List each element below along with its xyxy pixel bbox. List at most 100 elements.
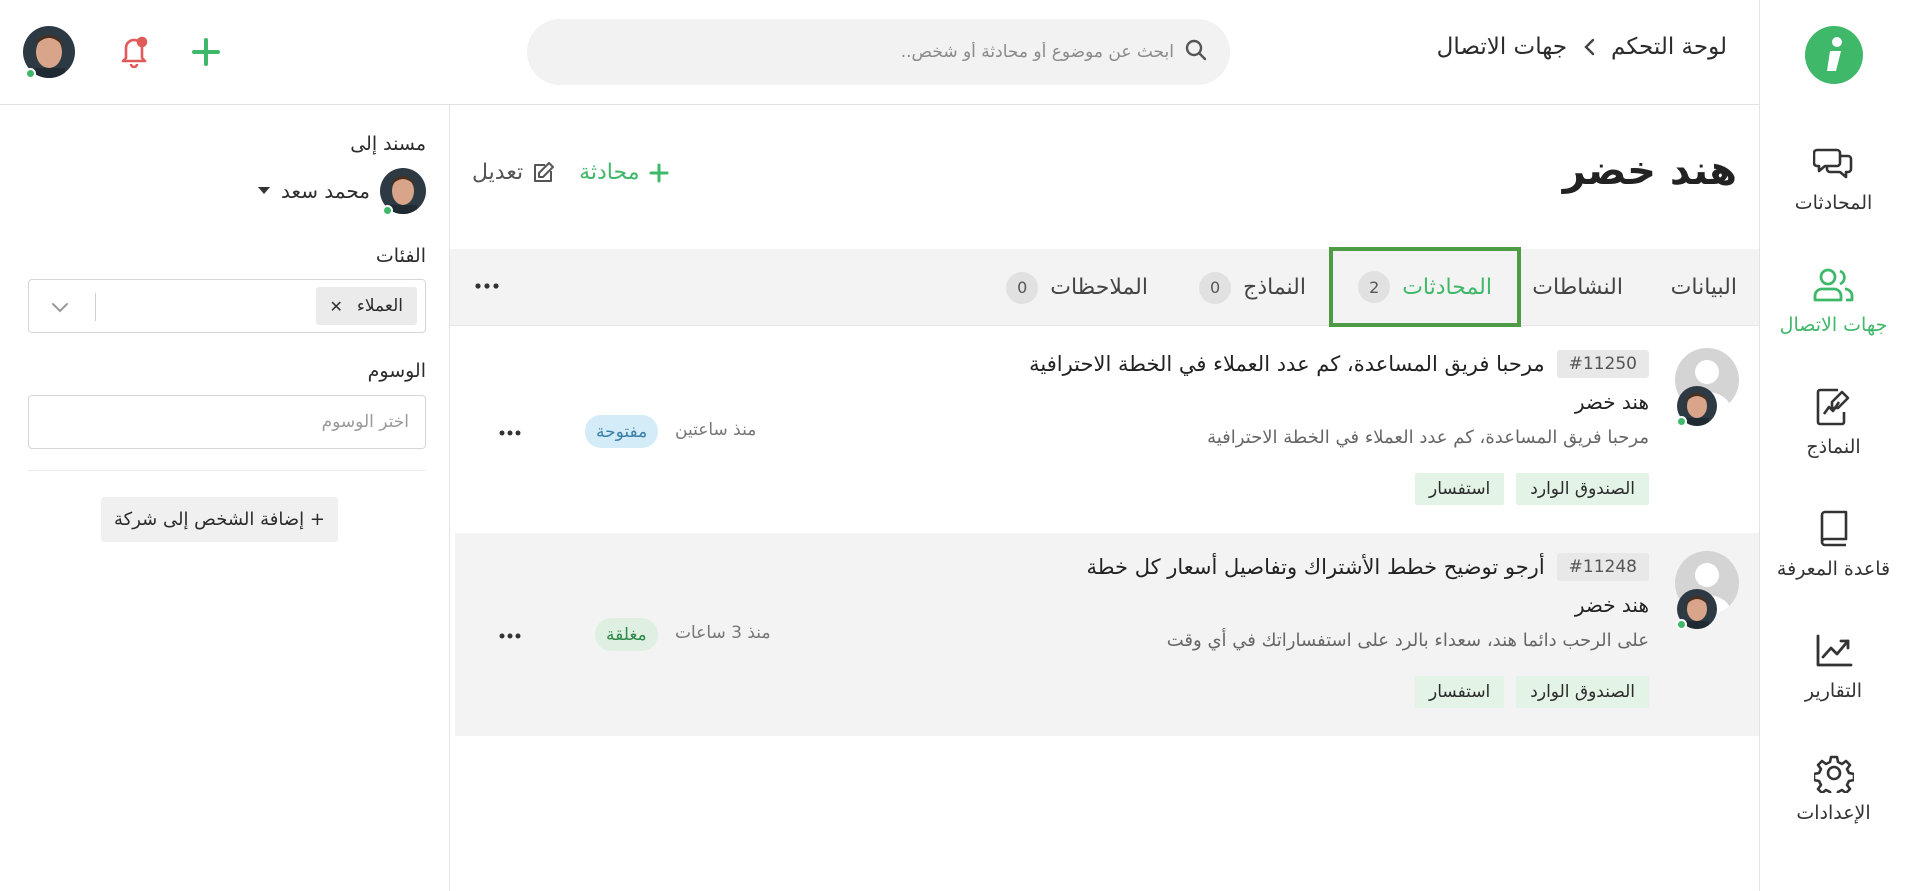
nav-label-knowledge: قاعدة المعرفة bbox=[1776, 558, 1891, 580]
tab-forms-count: 0 bbox=[1199, 271, 1232, 304]
conversation-preview: مرحبا فريق المساعدة، كم عدد العملاء في ا… bbox=[1207, 427, 1649, 448]
chevron-down-icon[interactable] bbox=[49, 296, 71, 318]
tab-notes-count: 0 bbox=[1006, 271, 1039, 304]
nav-item-conversations[interactable]: المحادثات bbox=[1759, 140, 1908, 236]
chat-bubbles-icon bbox=[1811, 140, 1857, 186]
ticket-id: #11250 bbox=[1556, 350, 1649, 378]
top-bar: لوحة التحكم جهات الاتصال bbox=[0, 0, 1759, 105]
assignee-name: محمد سعد bbox=[281, 179, 370, 203]
conversation-labels: الصندوق الوارد استفسار bbox=[1415, 473, 1649, 505]
conversation-header: #11248 أرجو توضيح خطط الأشتراك وتفاصيل أ… bbox=[1087, 553, 1649, 581]
chart-icon bbox=[1811, 628, 1857, 674]
breadcrumb: لوحة التحكم جهات الاتصال bbox=[1437, 34, 1727, 60]
tab-activities[interactable]: النشاطات bbox=[1532, 249, 1623, 326]
status-badge: مغلقة bbox=[595, 618, 658, 651]
online-status-dot bbox=[382, 205, 393, 216]
assignee-avatar bbox=[380, 168, 426, 216]
nav-label-contacts: جهات الاتصال bbox=[1779, 314, 1888, 336]
new-conversation-button[interactable]: محادثة bbox=[579, 160, 671, 185]
conversation-time: منذ 3 ساعات bbox=[675, 623, 771, 643]
tags-input[interactable] bbox=[28, 395, 426, 449]
info-logo-icon bbox=[1827, 37, 1842, 71]
categories-label: الفئات bbox=[375, 245, 426, 267]
book-icon bbox=[1811, 506, 1857, 552]
edit-label: تعديل bbox=[472, 160, 524, 185]
agent-avatar bbox=[1676, 386, 1717, 427]
notification-bell-icon[interactable] bbox=[117, 34, 151, 69]
caret-down-icon bbox=[257, 184, 271, 198]
assignee-select[interactable]: محمد سعد bbox=[257, 168, 426, 216]
main-content: هند خضر تعديل محادثة البيانات النشاطات ا… bbox=[450, 105, 1759, 891]
search-input[interactable] bbox=[549, 32, 1174, 72]
tab-forms-label: النماذج bbox=[1243, 275, 1306, 300]
nav-rail: المحادثات جهات الاتصال النماذج قاعدة الم… bbox=[1759, 0, 1908, 891]
category-chip-label: العملاء bbox=[356, 296, 403, 316]
conversation-sender: هند خضر bbox=[1574, 593, 1649, 617]
header-actions: تعديل محادثة bbox=[472, 160, 671, 185]
tab-conversations-label: المحادثات bbox=[1402, 274, 1492, 300]
app-logo[interactable] bbox=[1805, 26, 1863, 84]
category-chip: العملاء ✕ bbox=[315, 287, 417, 325]
tags-label: الوسوم bbox=[367, 360, 426, 382]
conversation-labels: الصندوق الوارد استفسار bbox=[1415, 676, 1649, 708]
label-tag: الصندوق الوارد bbox=[1516, 473, 1649, 505]
contacts-icon bbox=[1811, 262, 1857, 308]
tab-notes-label: الملاحظات bbox=[1050, 275, 1148, 300]
search-icon bbox=[1184, 38, 1208, 66]
online-status-dot bbox=[1676, 619, 1687, 630]
tab-conversations[interactable]: المحادثات 2 bbox=[1329, 247, 1521, 327]
contact-avatar bbox=[1675, 551, 1739, 631]
tab-data[interactable]: البيانات bbox=[1671, 249, 1737, 326]
breadcrumb-dashboard[interactable]: لوحة التحكم bbox=[1611, 34, 1727, 60]
nav-label-conversations: المحادثات bbox=[1794, 192, 1873, 214]
ticket-id: #11248 bbox=[1556, 553, 1649, 581]
current-user-avatar[interactable] bbox=[23, 26, 75, 79]
edit-button[interactable]: تعديل bbox=[472, 160, 555, 185]
status-badge: مفتوحة bbox=[585, 415, 659, 448]
conversation-header: #11250 مرحبا فريق المساعدة، كم عدد العمل… bbox=[1029, 350, 1649, 378]
new-conversation-label: محادثة bbox=[579, 160, 640, 185]
contact-tabs: البيانات النشاطات المحادثات 2 النماذج 0 … bbox=[450, 247, 1759, 327]
conversation-subject[interactable]: أرجو توضيح خطط الأشتراك وتفاصيل أسعار كل… bbox=[1087, 555, 1545, 579]
divider bbox=[28, 470, 426, 471]
online-status-dot bbox=[25, 68, 36, 79]
contact-details-sidebar: مسند إلى محمد سعد الفئات العملاء ✕ الوسو… bbox=[0, 105, 450, 891]
forms-icon bbox=[1811, 384, 1857, 430]
tab-data-label: البيانات bbox=[1670, 275, 1737, 300]
label-tag: استفسار bbox=[1415, 473, 1505, 505]
nav-item-settings[interactable]: الإعدادات bbox=[1759, 750, 1908, 846]
more-horizontal-icon[interactable] bbox=[495, 621, 525, 651]
conversation-row[interactable]: #11250 مرحبا فريق المساعدة، كم عدد العمل… bbox=[455, 330, 1759, 533]
more-horizontal-icon[interactable] bbox=[472, 271, 502, 301]
more-horizontal-icon[interactable] bbox=[495, 418, 525, 448]
conversation-sender: هند خضر bbox=[1574, 390, 1649, 414]
add-icon[interactable] bbox=[190, 36, 222, 68]
remove-chip-icon[interactable]: ✕ bbox=[330, 297, 343, 316]
nav-label-forms: النماذج bbox=[1806, 436, 1861, 458]
assigned-to-label: مسند إلى bbox=[350, 133, 426, 155]
tab-notes[interactable]: الملاحظات 0 bbox=[1006, 249, 1148, 326]
conversation-time: منذ ساعتين bbox=[675, 420, 757, 440]
breadcrumb-contacts: جهات الاتصال bbox=[1436, 34, 1568, 60]
tab-conversations-count: 2 bbox=[1358, 271, 1391, 303]
tab-forms[interactable]: النماذج 0 bbox=[1199, 249, 1306, 326]
select-divider bbox=[95, 293, 96, 321]
conversation-subject[interactable]: مرحبا فريق المساعدة، كم عدد العملاء في ا… bbox=[1029, 352, 1545, 376]
agent-avatar bbox=[1676, 589, 1717, 630]
categories-select[interactable]: العملاء ✕ bbox=[28, 279, 426, 333]
nav-item-forms[interactable]: النماذج bbox=[1759, 384, 1908, 480]
add-to-company-button[interactable]: + إضافة الشخص إلى شركة bbox=[101, 497, 338, 542]
online-status-dot bbox=[1676, 416, 1687, 427]
conversation-row[interactable]: #11248 أرجو توضيح خطط الأشتراك وتفاصيل أ… bbox=[455, 533, 1759, 736]
contact-name-title: هند خضر bbox=[1562, 148, 1737, 194]
plus-icon bbox=[647, 161, 671, 185]
search-box bbox=[527, 19, 1230, 85]
chevron-left-icon bbox=[1579, 37, 1599, 57]
nav-item-reports[interactable]: التقارير bbox=[1759, 628, 1908, 724]
label-tag: استفسار bbox=[1415, 676, 1505, 708]
nav-label-settings: الإعدادات bbox=[1796, 802, 1871, 824]
nav-item-contacts[interactable]: جهات الاتصال bbox=[1759, 262, 1908, 358]
nav-item-knowledge[interactable]: قاعدة المعرفة bbox=[1759, 506, 1908, 602]
tab-activities-label: النشاطات bbox=[1532, 275, 1623, 300]
nav-label-reports: التقارير bbox=[1804, 680, 1863, 702]
